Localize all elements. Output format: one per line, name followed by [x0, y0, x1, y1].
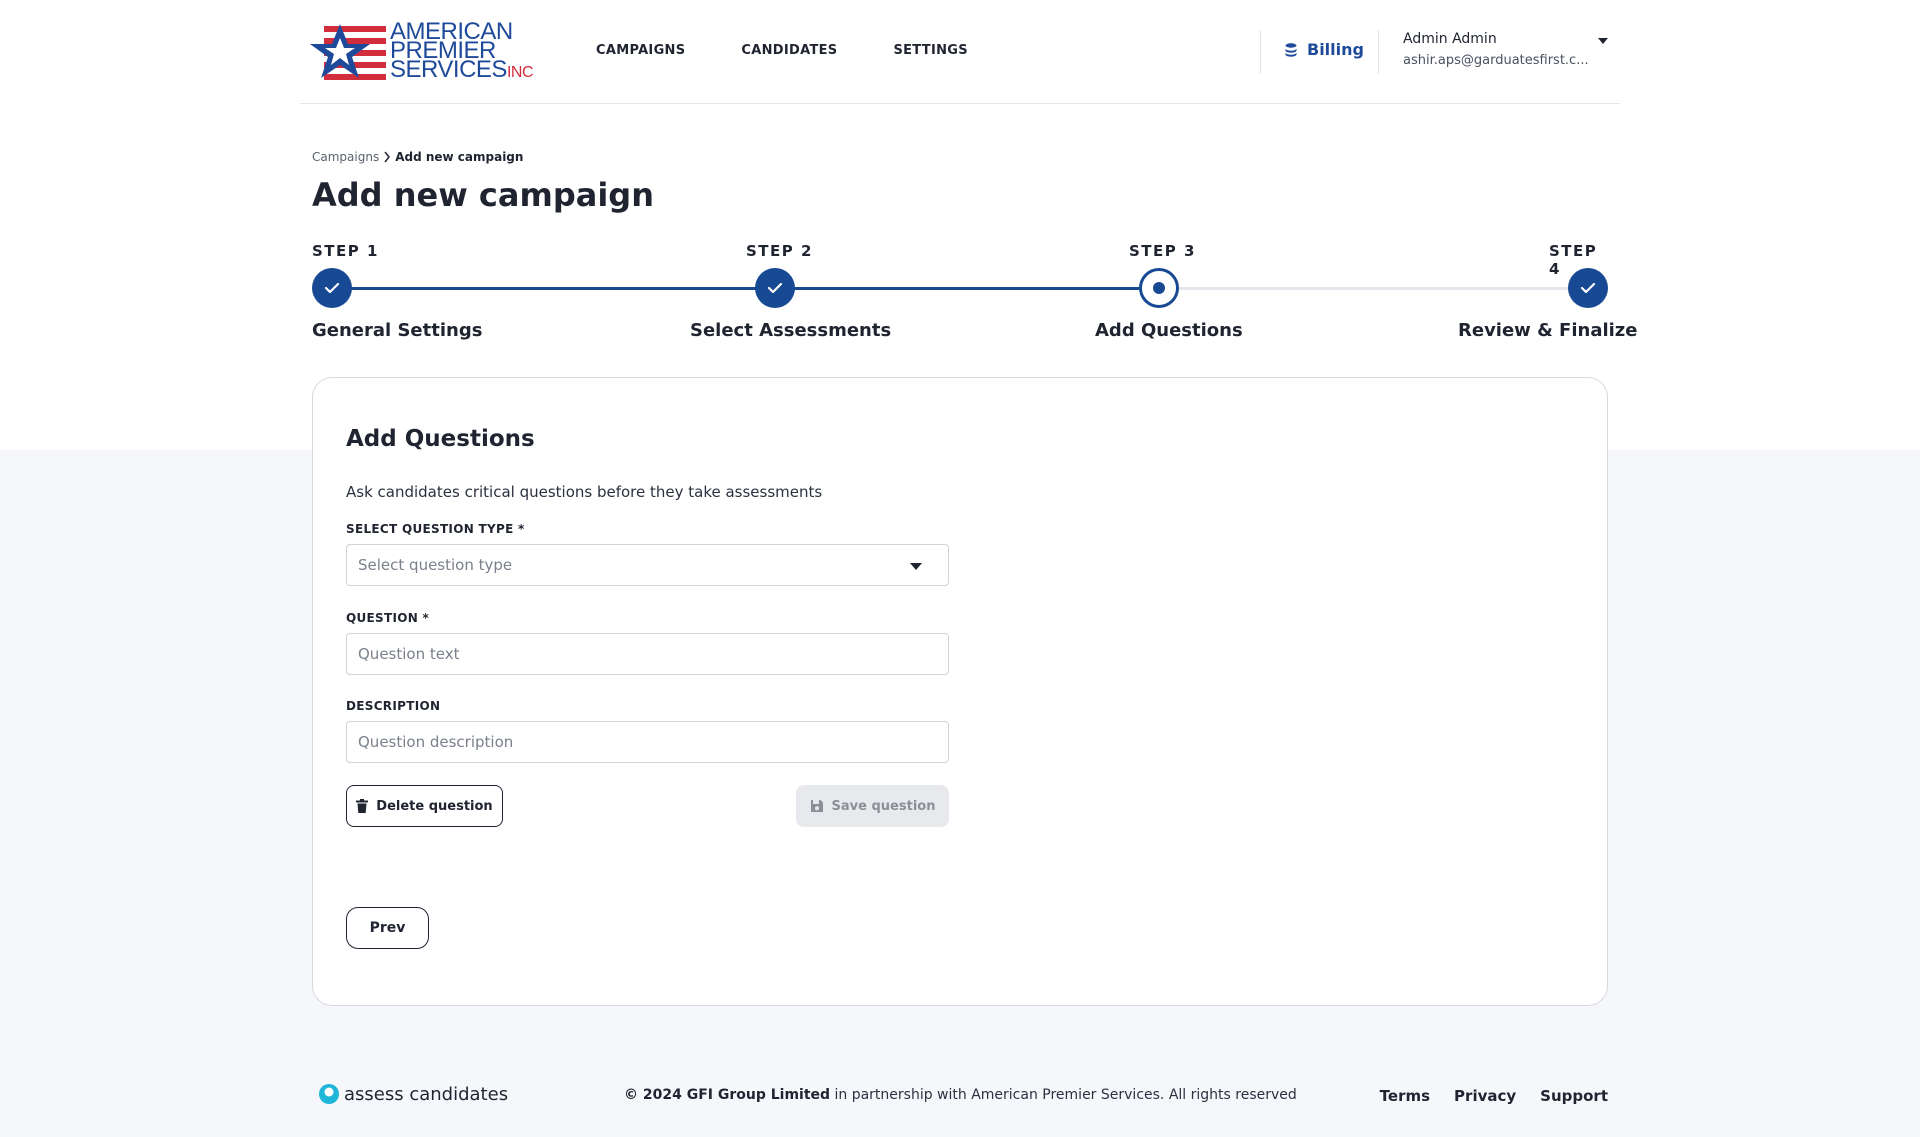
footer-brand-text: assess candidates: [344, 1083, 509, 1105]
step-2-name: Select Assessments: [690, 320, 892, 341]
top-header: AMERICAN PREMIER SERVICESINC CAMPAIGNS C…: [300, 0, 1620, 104]
breadcrumb: Campaigns Add new campaign: [312, 150, 523, 164]
step-3-label: STEP 3: [1129, 242, 1196, 260]
step-4-name: Review & Finalize: [1458, 320, 1638, 341]
check-icon: [324, 282, 340, 294]
breadcrumb-campaigns[interactable]: Campaigns: [312, 150, 379, 164]
user-email: ashir.aps@garduatesfirst.c...: [1403, 53, 1589, 68]
stepper-remaining-line: [1139, 287, 1588, 290]
step-1-label: STEP 1: [312, 242, 379, 260]
description-label: DESCRIPTION: [346, 699, 441, 713]
question-type-label: SELECT QUESTION TYPE *: [346, 522, 525, 536]
footer-terms[interactable]: Terms: [1380, 1087, 1430, 1105]
delete-question-button[interactable]: Delete question: [346, 785, 503, 827]
step-2-node[interactable]: [755, 268, 795, 308]
footer-copyright: © 2024 GFI Group Limited in partnership …: [624, 1087, 1297, 1103]
user-name: Admin Admin: [1403, 31, 1497, 47]
main-nav: CAMPAIGNS CANDIDATES SETTINGS: [596, 43, 968, 58]
header-divider: [1378, 30, 1379, 74]
save-icon: [810, 800, 823, 812]
chevron-down-icon[interactable]: [1598, 38, 1608, 44]
footer-privacy[interactable]: Privacy: [1454, 1087, 1516, 1105]
assess-candidates-logo-icon: [319, 1084, 339, 1104]
breadcrumb-current: Add new campaign: [395, 150, 524, 164]
logo-star-flag-icon: [310, 24, 386, 80]
check-icon: [1580, 282, 1596, 294]
card-title: Add Questions: [346, 426, 535, 452]
card-subtitle: Ask candidates critical questions before…: [346, 483, 823, 501]
add-questions-card: Add Questions Ask candidates critical qu…: [312, 377, 1608, 1006]
stepper-progress-line: [332, 287, 1139, 290]
delete-question-label: Delete question: [376, 798, 493, 814]
save-question-button[interactable]: Save question: [796, 785, 949, 827]
copyright-owner: © 2024 GFI Group Limited: [624, 1087, 831, 1103]
nav-candidates[interactable]: CANDIDATES: [741, 43, 837, 58]
description-placeholder: Question description: [358, 733, 514, 751]
step-1-node[interactable]: [312, 268, 352, 308]
coins-icon: [1285, 42, 1297, 57]
nav-settings[interactable]: SETTINGS: [893, 43, 967, 58]
logo-suffix: INC: [506, 64, 534, 81]
billing-label: Billing: [1307, 40, 1364, 59]
chevron-right-icon: [384, 151, 391, 163]
footer-brand[interactable]: assess candidates: [318, 1083, 508, 1105]
company-logo[interactable]: AMERICAN PREMIER SERVICESINC: [310, 20, 535, 84]
save-question-label: Save question: [831, 798, 936, 814]
question-placeholder: Question text: [358, 645, 460, 663]
header-divider: [1260, 30, 1261, 74]
trash-icon: [356, 799, 369, 813]
user-menu[interactable]: Admin Admin ashir.aps@garduatesfirst.c..…: [1403, 31, 1589, 68]
question-type-placeholder: Select question type: [358, 556, 513, 574]
billing-link[interactable]: Billing: [1283, 40, 1364, 59]
question-type-select[interactable]: Select question type: [346, 544, 949, 586]
footer-support[interactable]: Support: [1540, 1087, 1608, 1105]
question-label: QUESTION *: [346, 611, 430, 625]
nav-campaigns[interactable]: CAMPAIGNS: [596, 43, 685, 58]
description-input[interactable]: Question description: [346, 721, 949, 763]
step-4-node[interactable]: [1568, 268, 1608, 308]
page-title: Add new campaign: [312, 176, 654, 214]
check-icon: [767, 282, 783, 294]
prev-label: Prev: [369, 920, 406, 936]
question-input[interactable]: Question text: [346, 633, 949, 675]
step-1-name: General Settings: [312, 320, 483, 341]
campaign-stepper: STEP 1 General Settings STEP 2 Select As…: [312, 240, 1638, 350]
step-3-name: Add Questions: [1095, 320, 1243, 341]
copyright-text: in partnership with American Premier Ser…: [830, 1087, 1297, 1103]
step-3-node[interactable]: [1139, 268, 1179, 308]
footer-links: Terms Privacy Support: [1380, 1087, 1608, 1105]
logo-text: AMERICAN PREMIER SERVICESINC: [390, 20, 534, 83]
chevron-down-icon: [910, 563, 922, 570]
logo-line3: SERVICES: [390, 56, 507, 83]
step-2-label: STEP 2: [746, 242, 813, 260]
prev-button[interactable]: Prev: [346, 907, 429, 949]
